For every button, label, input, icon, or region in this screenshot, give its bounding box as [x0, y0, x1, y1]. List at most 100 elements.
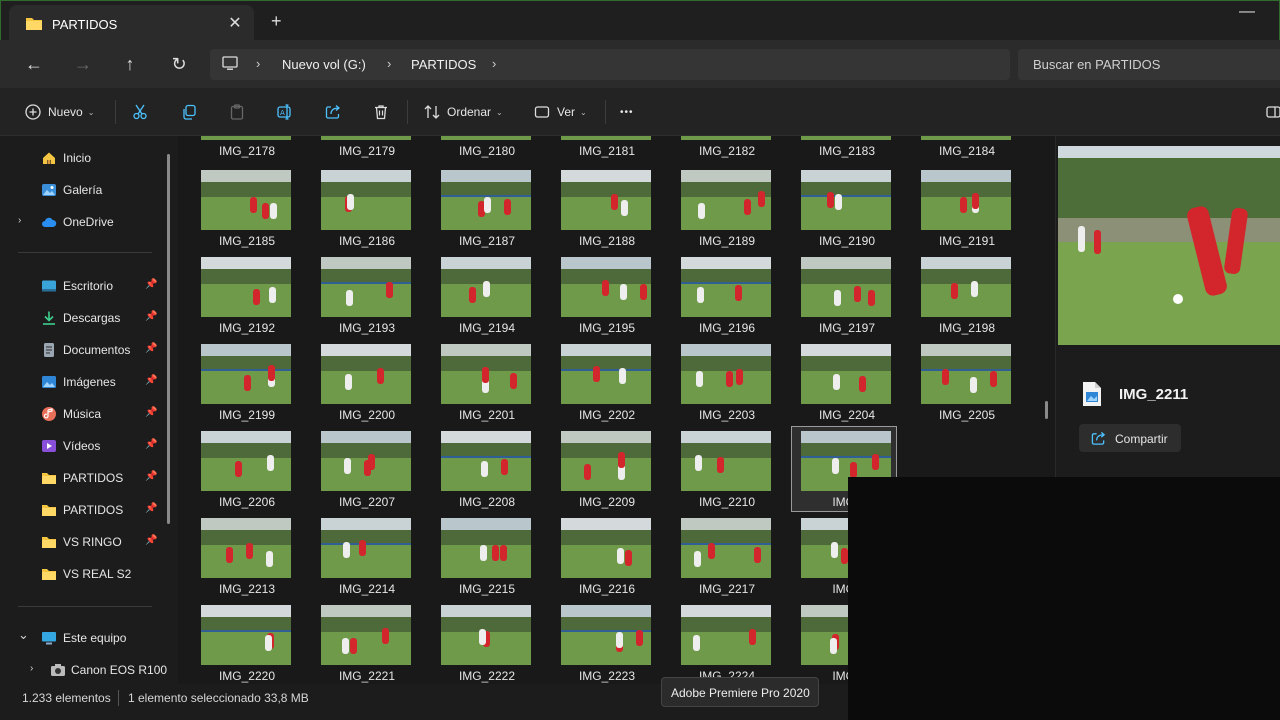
- file-thumbnail[interactable]: IMG_2203: [672, 340, 776, 424]
- chevron-right-icon[interactable]: ›: [18, 215, 21, 226]
- file-thumbnail[interactable]: IMG_2196: [672, 253, 776, 337]
- sidebar-item-vs-ringo[interactable]: VS RINGO 📌: [0, 527, 170, 557]
- refresh-button[interactable]: ↻: [165, 50, 193, 78]
- file-thumbnail[interactable]: IMG_2195: [552, 253, 656, 337]
- file-thumbnail[interactable]: IMG_2198: [912, 253, 1016, 337]
- sidebar-item-vs-real-s2[interactable]: VS REAL S2: [0, 559, 170, 589]
- file-thumbnail[interactable]: IMG_2194: [432, 253, 536, 337]
- file-thumbnail[interactable]: IMG_2209: [552, 427, 656, 511]
- file-thumbnail[interactable]: IMG_2222: [432, 601, 536, 684]
- sidebar-item-partidos-2[interactable]: PARTIDOS 📌: [0, 495, 170, 525]
- pin-icon[interactable]: 📌: [145, 375, 157, 386]
- file-thumbnail[interactable]: IMG_2214: [312, 514, 416, 598]
- file-thumbnail[interactable]: IMG_2189: [672, 166, 776, 250]
- sidebar-item-canon-eos-r100[interactable]: › Canon EOS R100: [0, 655, 170, 685]
- sidebar-item-descargas[interactable]: Descargas 📌: [0, 303, 170, 333]
- file-thumbnail[interactable]: IMG_2220: [192, 601, 296, 684]
- breadcrumb-partidos[interactable]: PARTIDOS: [411, 57, 476, 72]
- file-thumbnail[interactable]: IMG_2191: [912, 166, 1016, 250]
- file-thumbnail[interactable]: IMG_2186: [312, 166, 416, 250]
- file-thumbnail[interactable]: IMG_2183: [792, 136, 896, 164]
- pin-icon[interactable]: 📌: [145, 311, 157, 322]
- file-thumbnail[interactable]: IMG_2224: [672, 601, 776, 684]
- file-thumbnail[interactable]: IMG_2216: [552, 514, 656, 598]
- chevron-down-icon[interactable]: ⌄: [18, 627, 29, 643]
- delete-button[interactable]: [373, 100, 389, 124]
- file-thumbnail[interactable]: IMG_2187: [432, 166, 536, 250]
- file-thumbnail[interactable]: IMG_2205: [912, 340, 1016, 424]
- file-thumbnail[interactable]: IMG_2188: [552, 166, 656, 250]
- chevron-right-icon[interactable]: ›: [30, 663, 33, 674]
- cut-button[interactable]: [132, 100, 148, 124]
- file-thumbnail[interactable]: IMG_2199: [192, 340, 296, 424]
- breadcrumb-separator[interactable]: ›: [492, 56, 496, 71]
- new-tab-button[interactable]: +: [271, 11, 282, 32]
- file-thumbnail[interactable]: IMG_2213: [192, 514, 296, 598]
- view-button[interactable]: Ver ⌄: [534, 100, 587, 124]
- sidebar-item-inicio[interactable]: Inicio: [0, 143, 170, 173]
- sidebar-item-label: Documentos: [63, 343, 131, 357]
- sidebar-item-musica[interactable]: Música 📌: [0, 399, 170, 429]
- up-button[interactable]: ↑: [116, 50, 144, 78]
- pin-icon[interactable]: 📌: [145, 535, 157, 546]
- sidebar-scrollbar[interactable]: [167, 154, 170, 524]
- new-button[interactable]: Nuevo ⌄: [25, 100, 94, 124]
- sidebar-item-documentos[interactable]: Documentos 📌: [0, 335, 170, 365]
- file-thumbnail[interactable]: IMG_2192: [192, 253, 296, 337]
- sidebar-item-onedrive[interactable]: › OneDrive: [0, 207, 170, 237]
- pin-icon[interactable]: 📌: [145, 503, 157, 514]
- file-thumbnail[interactable]: IMG_2223: [552, 601, 656, 684]
- search-box[interactable]: Buscar en PARTIDOS: [1018, 49, 1280, 80]
- file-thumbnail[interactable]: IMG_2181: [552, 136, 656, 164]
- sidebar-item-escritorio[interactable]: Escritorio 📌: [0, 271, 170, 301]
- file-thumbnail[interactable]: IMG_2210: [672, 427, 776, 511]
- content-scrollbar[interactable]: [1045, 401, 1048, 419]
- pin-icon[interactable]: 📌: [145, 279, 157, 290]
- tab-close-button[interactable]: ✕: [226, 13, 244, 33]
- sidebar-item-partidos[interactable]: PARTIDOS 📌: [0, 463, 170, 493]
- pin-icon[interactable]: 📌: [145, 439, 157, 450]
- file-thumbnail[interactable]: IMG_2200: [312, 340, 416, 424]
- file-thumbnail[interactable]: IMG_2202: [552, 340, 656, 424]
- minimize-button[interactable]: —: [1239, 3, 1255, 21]
- sidebar-item-galeria[interactable]: Galería: [0, 175, 170, 205]
- file-thumbnail[interactable]: IMG_2207: [312, 427, 416, 511]
- forward-button[interactable]: →: [69, 50, 97, 78]
- address-box[interactable]: › Nuevo vol (G:) › PARTIDOS ›: [210, 49, 1010, 80]
- file-thumbnail[interactable]: IMG_2185: [192, 166, 296, 250]
- copy-button[interactable]: [181, 100, 197, 124]
- file-thumbnail[interactable]: IMG_2217: [672, 514, 776, 598]
- toolbar-divider: [115, 100, 116, 124]
- file-thumbnail[interactable]: IMG_2193: [312, 253, 416, 337]
- file-thumbnail[interactable]: IMG_2204: [792, 340, 896, 424]
- paste-button[interactable]: [229, 100, 245, 124]
- share-button-toolbar[interactable]: [325, 100, 341, 124]
- details-pane-button[interactable]: [1266, 100, 1280, 124]
- pin-icon[interactable]: 📌: [145, 471, 157, 482]
- file-thumbnail[interactable]: IMG_2208: [432, 427, 536, 511]
- sidebar-item-imagenes[interactable]: Imágenes 📌: [0, 367, 170, 397]
- share-button[interactable]: Compartir: [1079, 424, 1181, 452]
- pin-icon[interactable]: 📌: [145, 407, 157, 418]
- file-thumbnail[interactable]: IMG_2180: [432, 136, 536, 164]
- tab-partidos[interactable]: PARTIDOS ✕: [9, 5, 254, 41]
- sidebar-item-este-equipo[interactable]: ⌄ Este equipo: [0, 623, 170, 653]
- sort-button[interactable]: Ordenar ⌄: [424, 100, 503, 124]
- sidebar-item-videos[interactable]: Vídeos 📌: [0, 431, 170, 461]
- rename-button[interactable]: A: [277, 100, 293, 124]
- pin-icon[interactable]: 📌: [145, 343, 157, 354]
- file-thumbnail[interactable]: IMG_2197: [792, 253, 896, 337]
- file-thumbnail[interactable]: IMG_2178: [192, 136, 296, 164]
- breadcrumb-drive[interactable]: Nuevo vol (G:): [282, 57, 366, 72]
- file-name: IMG_2210: [698, 495, 756, 509]
- back-button[interactable]: ←: [20, 50, 48, 78]
- more-options-button[interactable]: •••: [620, 100, 634, 124]
- file-thumbnail[interactable]: IMG_2184: [912, 136, 1016, 164]
- file-thumbnail[interactable]: IMG_2206: [192, 427, 296, 511]
- file-thumbnail[interactable]: IMG_2179: [312, 136, 416, 164]
- file-thumbnail[interactable]: IMG_2215: [432, 514, 536, 598]
- file-thumbnail[interactable]: IMG_2182: [672, 136, 776, 164]
- file-thumbnail[interactable]: IMG_2221: [312, 601, 416, 684]
- file-thumbnail[interactable]: IMG_2201: [432, 340, 536, 424]
- file-thumbnail[interactable]: IMG_2190: [792, 166, 896, 250]
